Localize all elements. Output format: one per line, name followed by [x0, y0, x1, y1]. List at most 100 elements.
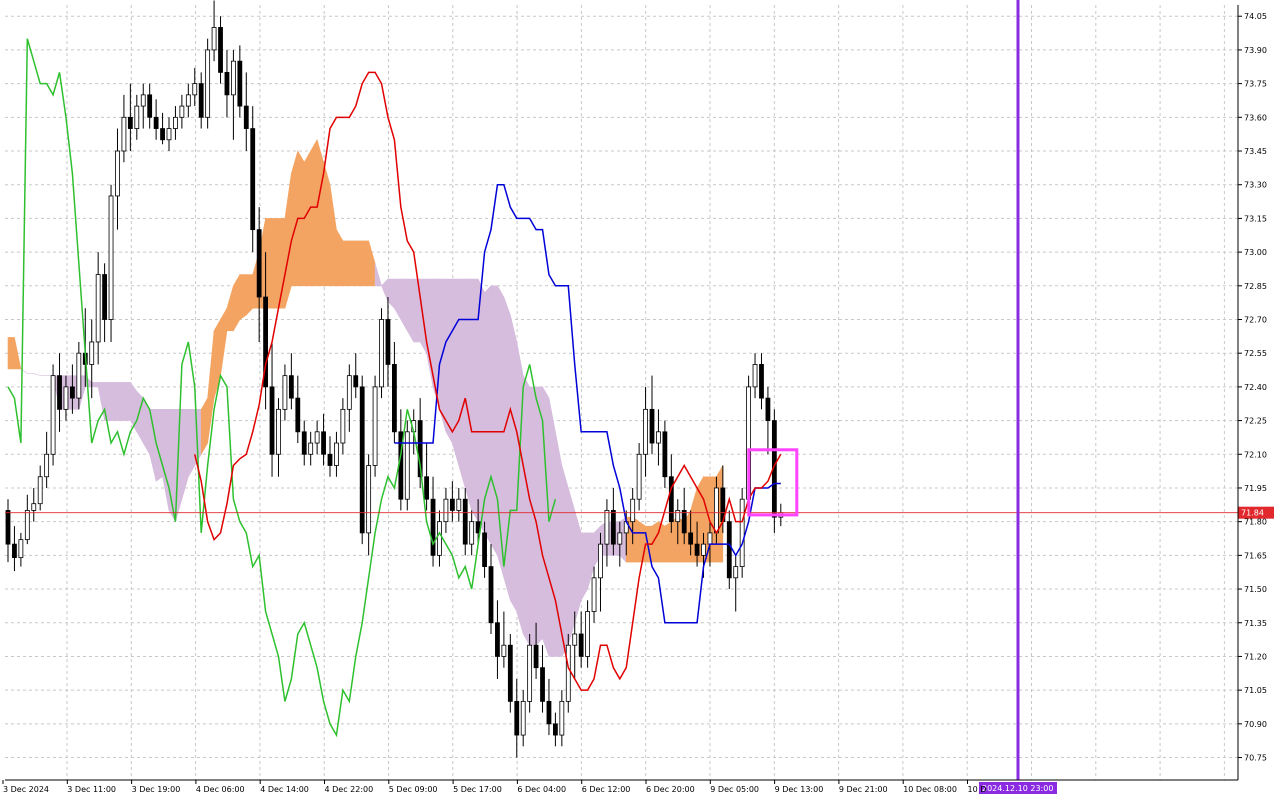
cloud-segment — [310, 138, 318, 287]
candle-body — [752, 364, 758, 388]
candle-body — [70, 386, 75, 399]
cloud-segment — [510, 314, 518, 613]
chart-background — [0, 0, 1280, 800]
candle-body — [346, 375, 352, 410]
candle-body — [5, 510, 11, 545]
candle-body — [224, 71, 230, 96]
y-tick-label: 70.90 — [1244, 720, 1267, 729]
cloud-segment — [464, 278, 472, 511]
candle-body — [540, 667, 545, 702]
candle-body — [179, 105, 185, 118]
cloud-segment — [117, 382, 125, 421]
candle-body — [173, 116, 178, 129]
candle-body — [50, 375, 56, 455]
y-tick-label: 70.75 — [1244, 754, 1267, 763]
candle-body — [701, 543, 706, 556]
candle-body — [553, 723, 558, 736]
cloud-segment — [323, 162, 331, 287]
candle-body — [276, 408, 281, 455]
candle-body — [598, 543, 603, 579]
candle-body — [527, 644, 533, 702]
y-tick-label: 73.30 — [1244, 181, 1267, 190]
candle-body — [681, 510, 687, 534]
cloud-segment — [303, 149, 311, 287]
candle-body — [282, 375, 288, 410]
candle-body — [31, 503, 37, 511]
candle-body — [643, 408, 648, 455]
candle-body — [185, 94, 191, 107]
y-tick-label: 72.85 — [1244, 282, 1267, 291]
cloud-segment — [555, 431, 563, 657]
candle-body — [147, 94, 153, 118]
candle-body — [565, 644, 571, 702]
candle-body — [501, 644, 507, 657]
candle-body — [585, 611, 590, 657]
candle-body — [469, 521, 475, 545]
y-tick-label: 71.20 — [1244, 652, 1267, 661]
current-price-label: 71.84 — [1241, 509, 1264, 518]
candle-body — [353, 375, 359, 388]
candle-body — [121, 116, 127, 152]
candle-body — [192, 83, 198, 96]
x-tick-label: 4 Dec 22:00 — [325, 785, 374, 794]
candle-body — [482, 532, 487, 567]
candle-body — [707, 532, 713, 545]
cloud-segment — [671, 516, 679, 563]
x-tick-label: 6 Dec 20:00 — [646, 785, 695, 794]
cloud-segment — [471, 278, 479, 523]
cloud-segment — [567, 487, 576, 646]
x-tick-label: 9 Dec 05:00 — [710, 785, 759, 794]
candle-body — [391, 364, 397, 433]
cloud-segment — [271, 218, 279, 309]
candle-body — [160, 128, 165, 141]
x-tick-label: 3 Dec 2024 — [3, 785, 49, 794]
cloud-segment — [580, 532, 588, 602]
candle-body — [301, 431, 307, 455]
cloud-segment — [355, 240, 363, 287]
y-tick-label: 73.45 — [1244, 147, 1267, 156]
candle-body — [437, 521, 442, 556]
y-tick-label: 71.65 — [1244, 551, 1267, 560]
cloud-segment — [490, 285, 498, 557]
cloud-segment — [535, 386, 543, 646]
candle-body — [243, 105, 249, 129]
candle-body — [591, 577, 597, 612]
candle-body — [430, 498, 436, 556]
y-tick-label: 73.00 — [1244, 248, 1267, 257]
cloud-segment — [458, 278, 466, 489]
cloud-segment — [548, 398, 556, 657]
candle-body — [714, 487, 719, 534]
candle-body — [759, 364, 764, 399]
candle-body — [140, 94, 146, 107]
candle-body — [102, 274, 107, 320]
x-tick-label: 6 Dec 12:00 — [582, 785, 631, 794]
candle-body — [288, 375, 294, 399]
y-tick-label: 73.15 — [1244, 214, 1267, 223]
cloud-segment — [265, 218, 273, 309]
y-tick-label: 71.80 — [1244, 518, 1267, 527]
candle-body — [572, 633, 578, 646]
candle-body — [533, 644, 539, 669]
cloud-segment — [316, 139, 324, 287]
candle-body — [237, 60, 243, 107]
candle-body — [688, 532, 694, 545]
candle-body — [76, 352, 82, 399]
y-tick-label: 71.50 — [1244, 585, 1267, 594]
candle-body — [230, 60, 236, 96]
candle-body — [617, 532, 623, 545]
candle-body — [668, 476, 674, 523]
x-tick-label: 9 Dec 13:00 — [775, 785, 824, 794]
candle-body — [630, 498, 636, 523]
y-tick-label: 72.25 — [1244, 417, 1267, 426]
candle-body — [359, 386, 365, 534]
candle-body — [89, 341, 95, 365]
candle-body — [95, 274, 101, 343]
x-tick-label: 4 Dec 14:00 — [260, 785, 309, 794]
candle-body — [44, 453, 50, 478]
cloud-segment — [110, 382, 118, 421]
x-tick-label: 3 Dec 19:00 — [132, 785, 181, 794]
candle-body — [488, 566, 494, 624]
candle-body — [115, 150, 120, 197]
candle-body — [205, 49, 211, 118]
candle-body — [295, 397, 301, 433]
